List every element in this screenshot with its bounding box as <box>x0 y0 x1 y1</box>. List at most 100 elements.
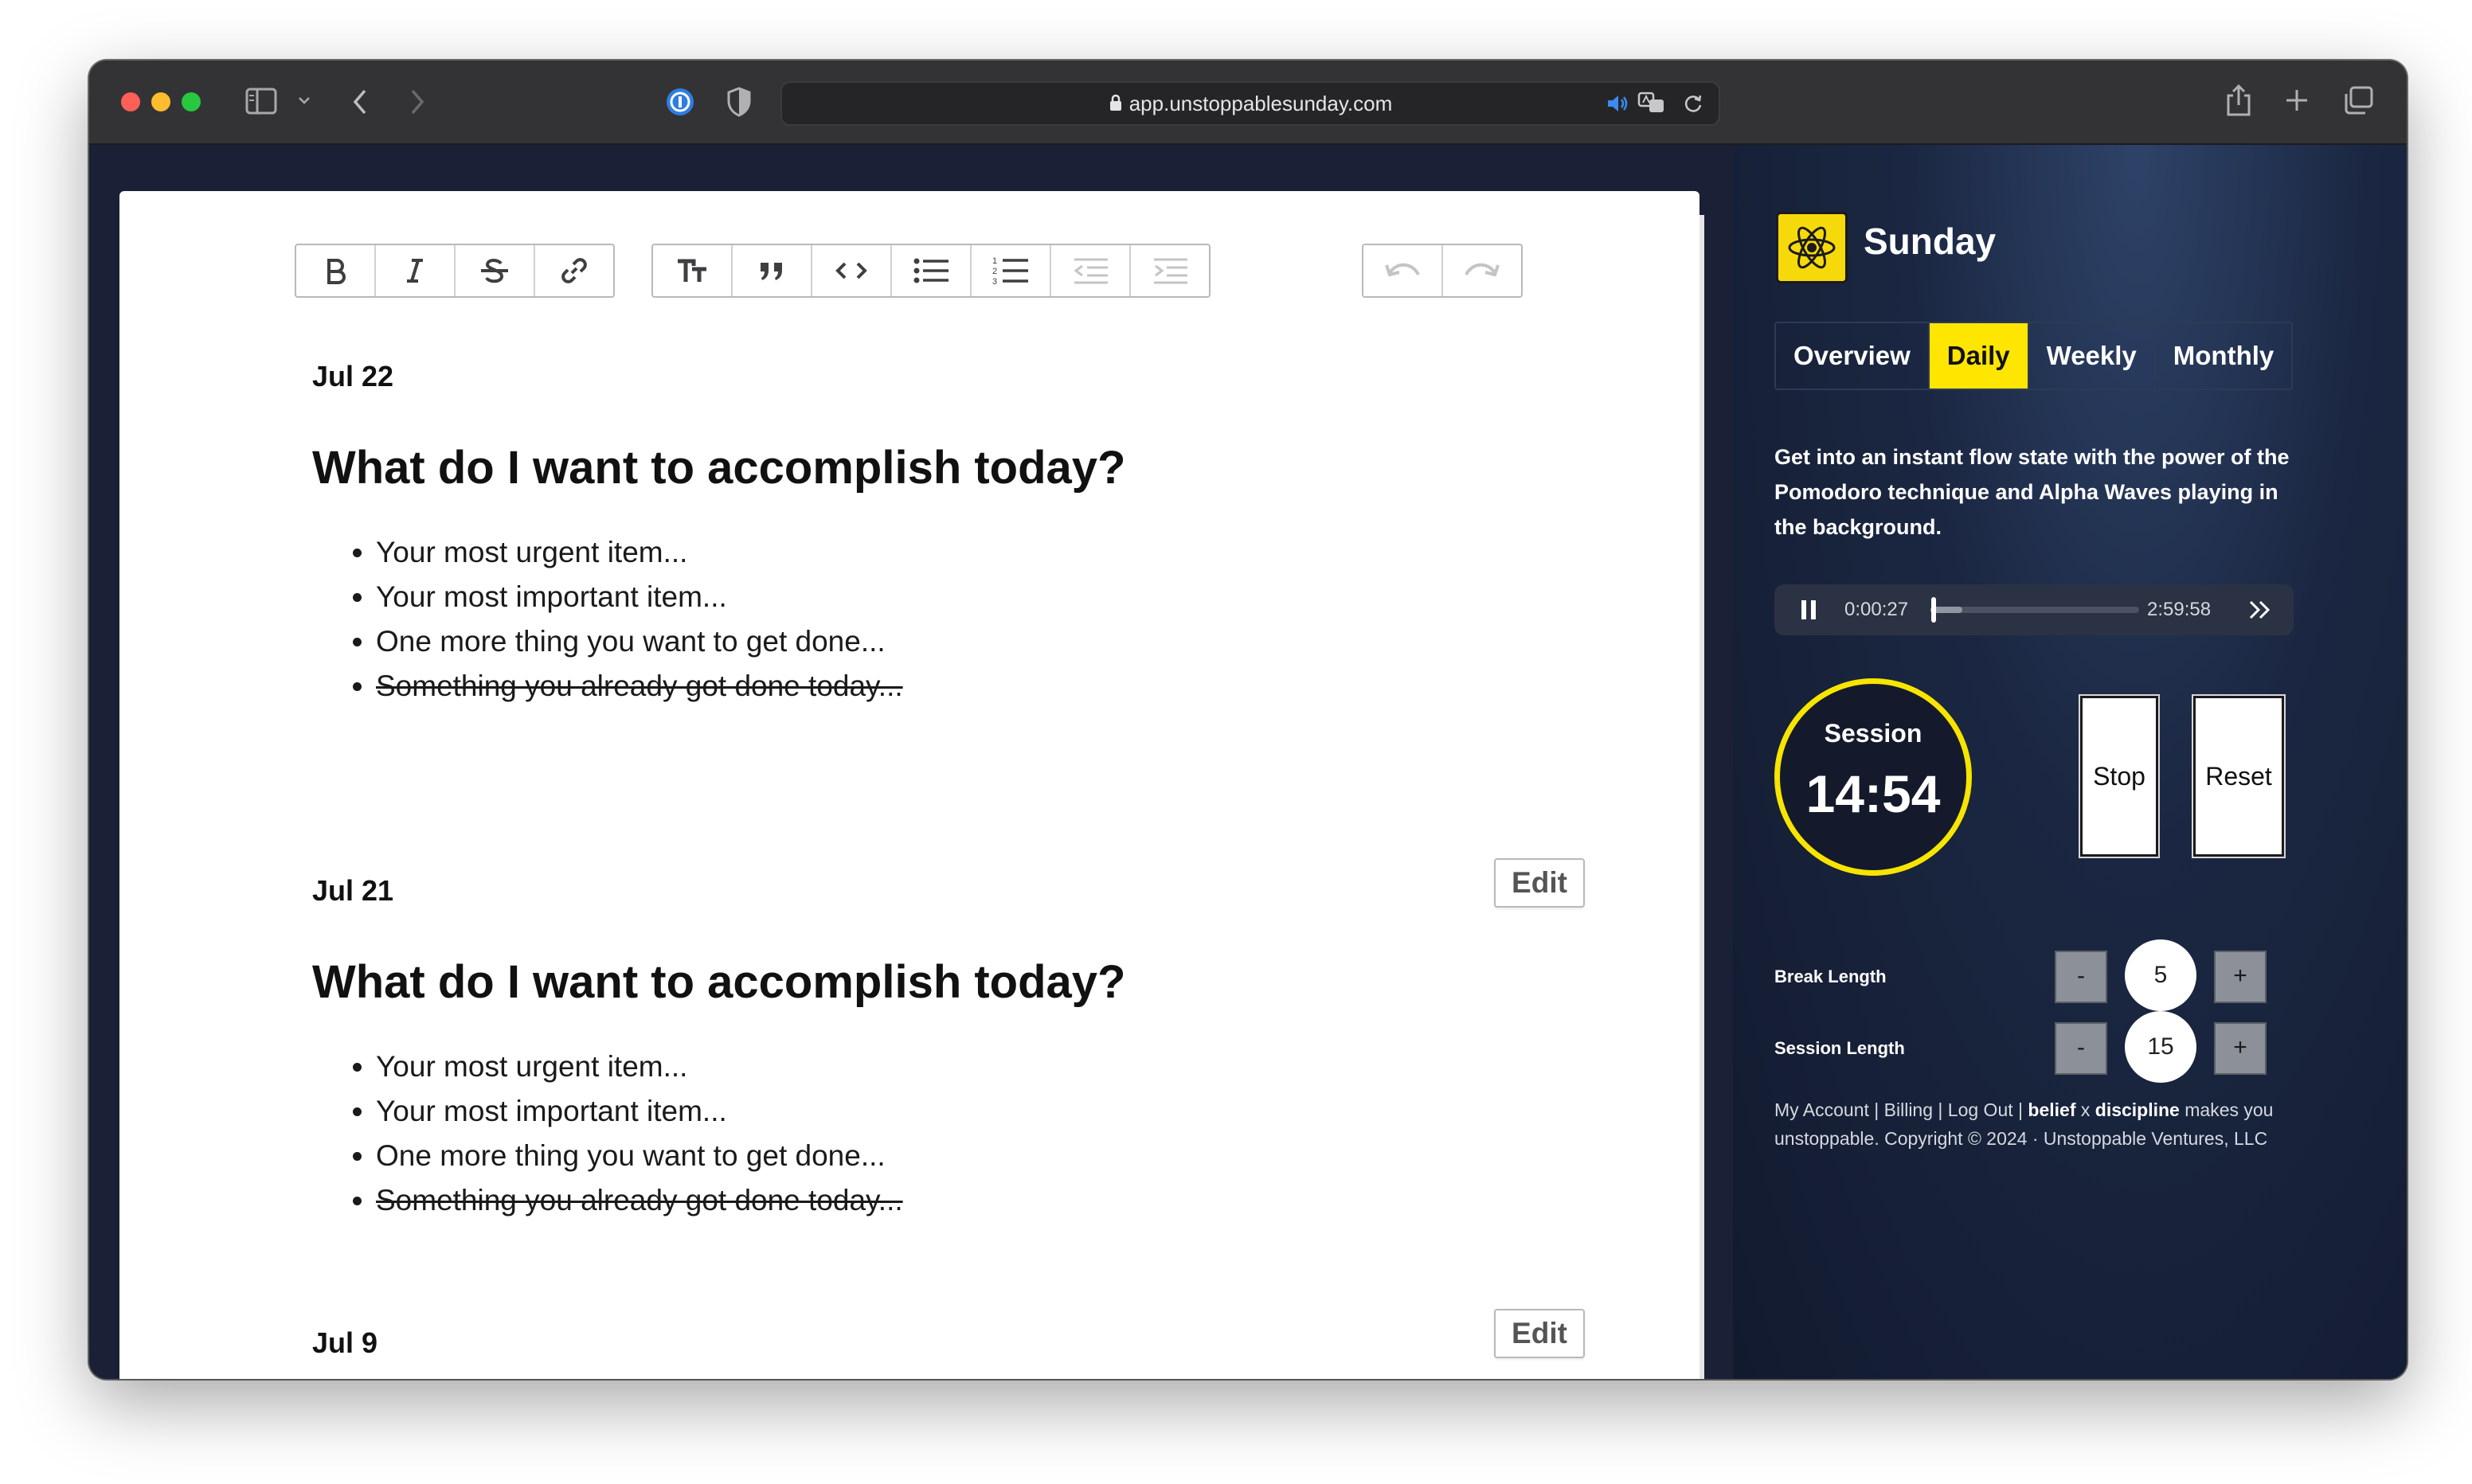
inline-format-toolbar <box>295 244 615 298</box>
edit-button[interactable]: Edit <box>1494 1309 1585 1358</box>
speaker-icon[interactable] <box>1606 92 1629 115</box>
heading-button[interactable] <box>653 245 733 296</box>
strikethrough-button[interactable] <box>456 245 535 296</box>
session-increment-button[interactable]: + <box>2214 1022 2267 1075</box>
outdent-button[interactable] <box>1051 245 1131 296</box>
code-icon <box>835 262 867 279</box>
redo-button[interactable] <box>1443 245 1521 296</box>
footer-separator: | <box>1868 1099 1884 1120</box>
reset-button[interactable]: Reset <box>2192 694 2286 858</box>
numbered-list-icon: 123 <box>992 256 1028 287</box>
my-account-link[interactable]: My Account <box>1774 1099 1869 1120</box>
entry-date: Jul 21 <box>312 874 394 907</box>
seek-bar[interactable] <box>1930 597 2139 623</box>
code-button[interactable] <box>812 245 892 296</box>
edit-button[interactable]: Edit <box>1494 858 1585 908</box>
link-icon <box>561 258 587 283</box>
new-tab-icon[interactable] <box>2284 88 2310 113</box>
history-toolbar <box>1362 244 1523 298</box>
browser-window: app.unstoppablesunday.com 1 2 3 Jul 22 W… <box>89 61 2407 1379</box>
pomodoro-description: Get into an instant flow state with the … <box>1774 445 2290 539</box>
quote-icon <box>761 263 782 280</box>
footer-separator: | <box>2012 1099 2028 1120</box>
redo-icon <box>1465 263 1500 277</box>
discipline-text: discipline <box>2095 1099 2180 1120</box>
brand-name[interactable]: Sunday <box>1864 220 1996 263</box>
list-item: Your most important item... <box>376 1089 903 1134</box>
zoom-window-button[interactable] <box>182 92 201 111</box>
break-decrement-button[interactable]: - <box>2055 951 2107 1003</box>
fast-forward-icon <box>2249 600 2271 619</box>
break-length-value: 5 <box>2125 939 2196 1011</box>
translate-icon[interactable] <box>1637 91 1666 115</box>
tab-overview-icon[interactable] <box>2343 86 2373 115</box>
list-item[interactable]: Your most urgent item... <box>376 530 903 575</box>
entry-heading[interactable]: What do I want to accomplish today? <box>312 441 1126 494</box>
numbered-list-button[interactable]: 123 <box>972 245 1051 296</box>
address-bar-text: app.unstoppablesunday.com <box>782 83 1719 124</box>
bullet-list-icon <box>913 258 949 283</box>
heading-icon <box>678 259 706 282</box>
tab-daily[interactable]: Daily <box>1929 323 2029 389</box>
sidebar-toggle-icon[interactable] <box>245 88 277 115</box>
session-time: 14:54 <box>1805 764 1941 823</box>
quote-button[interactable] <box>733 245 812 296</box>
list-item[interactable]: Your most important item... <box>376 575 903 619</box>
pause-button[interactable] <box>1800 599 1817 625</box>
seek-handle[interactable] <box>1930 597 1936 623</box>
tab-overview[interactable]: Overview <box>1776 323 1930 389</box>
address-bar[interactable]: app.unstoppablesunday.com <box>780 81 1720 126</box>
svg-text:2: 2 <box>992 267 997 276</box>
sidebar-footer: My Account | Billing | Log Out | belief … <box>1774 1095 2292 1153</box>
tab-weekly[interactable]: Weekly <box>2029 323 2156 389</box>
log-out-link[interactable]: Log Out <box>1948 1099 2013 1120</box>
list-item: One more thing you want to get done... <box>376 1134 903 1178</box>
bullet-list-button[interactable] <box>892 245 972 296</box>
tab-monthly[interactable]: Monthly <box>2156 323 2291 389</box>
session-length-label: Session Length <box>1774 1038 1905 1058</box>
bold-button[interactable] <box>296 245 376 296</box>
entry-list: Your most urgent item... Your most impor… <box>312 530 903 709</box>
session-length-value: 15 <box>2125 1011 2196 1083</box>
share-icon[interactable] <box>2225 83 2252 118</box>
entry-list: Your most urgent item... Your most impor… <box>312 1045 903 1223</box>
session-decrement-button[interactable]: - <box>2055 1022 2107 1075</box>
italic-button[interactable] <box>376 245 456 296</box>
session-timer: Session 14:54 <box>1774 678 1972 876</box>
reload-icon[interactable] <box>1682 92 1704 115</box>
undo-icon <box>1385 263 1420 277</box>
italic-icon <box>407 259 423 283</box>
entry-date: Jul 22 <box>312 360 394 392</box>
svg-text:1: 1 <box>992 256 997 266</box>
break-increment-button[interactable]: + <box>2214 951 2267 1003</box>
footer-separator: | <box>1933 1099 1948 1120</box>
undo-button[interactable] <box>1363 245 1443 296</box>
block-format-toolbar: 123 <box>651 244 1211 298</box>
stop-button[interactable]: Stop <box>2079 694 2160 858</box>
browser-titlebar: app.unstoppablesunday.com <box>89 61 2407 145</box>
minimize-window-button[interactable] <box>151 92 170 111</box>
journal-editor: 123 Jul 22 What do I want to accomplish … <box>119 191 1699 1379</box>
link-button[interactable] <box>535 245 613 296</box>
list-item[interactable]: One more thing you want to get done... <box>376 619 903 664</box>
current-time: 0:00:27 <box>1844 599 1909 620</box>
break-length-label: Break Length <box>1774 967 1887 986</box>
outdent-icon <box>1074 258 1108 284</box>
forward-icon[interactable] <box>408 86 427 118</box>
lock-icon <box>1109 84 1123 126</box>
skip-forward-button[interactable] <box>2247 599 2273 625</box>
bold-icon <box>327 259 346 284</box>
back-icon[interactable] <box>350 86 370 118</box>
billing-link[interactable]: Billing <box>1884 1099 1933 1120</box>
chevron-down-icon[interactable] <box>298 96 311 105</box>
shield-icon[interactable] <box>726 86 752 118</box>
indent-button[interactable] <box>1131 245 1209 296</box>
atom-icon <box>1788 226 1836 269</box>
period-tabs: Overview Daily Weekly Monthly <box>1774 322 2294 390</box>
sunday-logo[interactable] <box>1776 212 1848 283</box>
times-text: x <box>2075 1099 2095 1120</box>
url-text: app.unstoppablesunday.com <box>1128 92 1393 115</box>
password-manager-icon[interactable] <box>664 86 696 118</box>
close-window-button[interactable] <box>121 92 140 111</box>
list-item-completed[interactable]: Something you already got done today... <box>376 664 903 709</box>
